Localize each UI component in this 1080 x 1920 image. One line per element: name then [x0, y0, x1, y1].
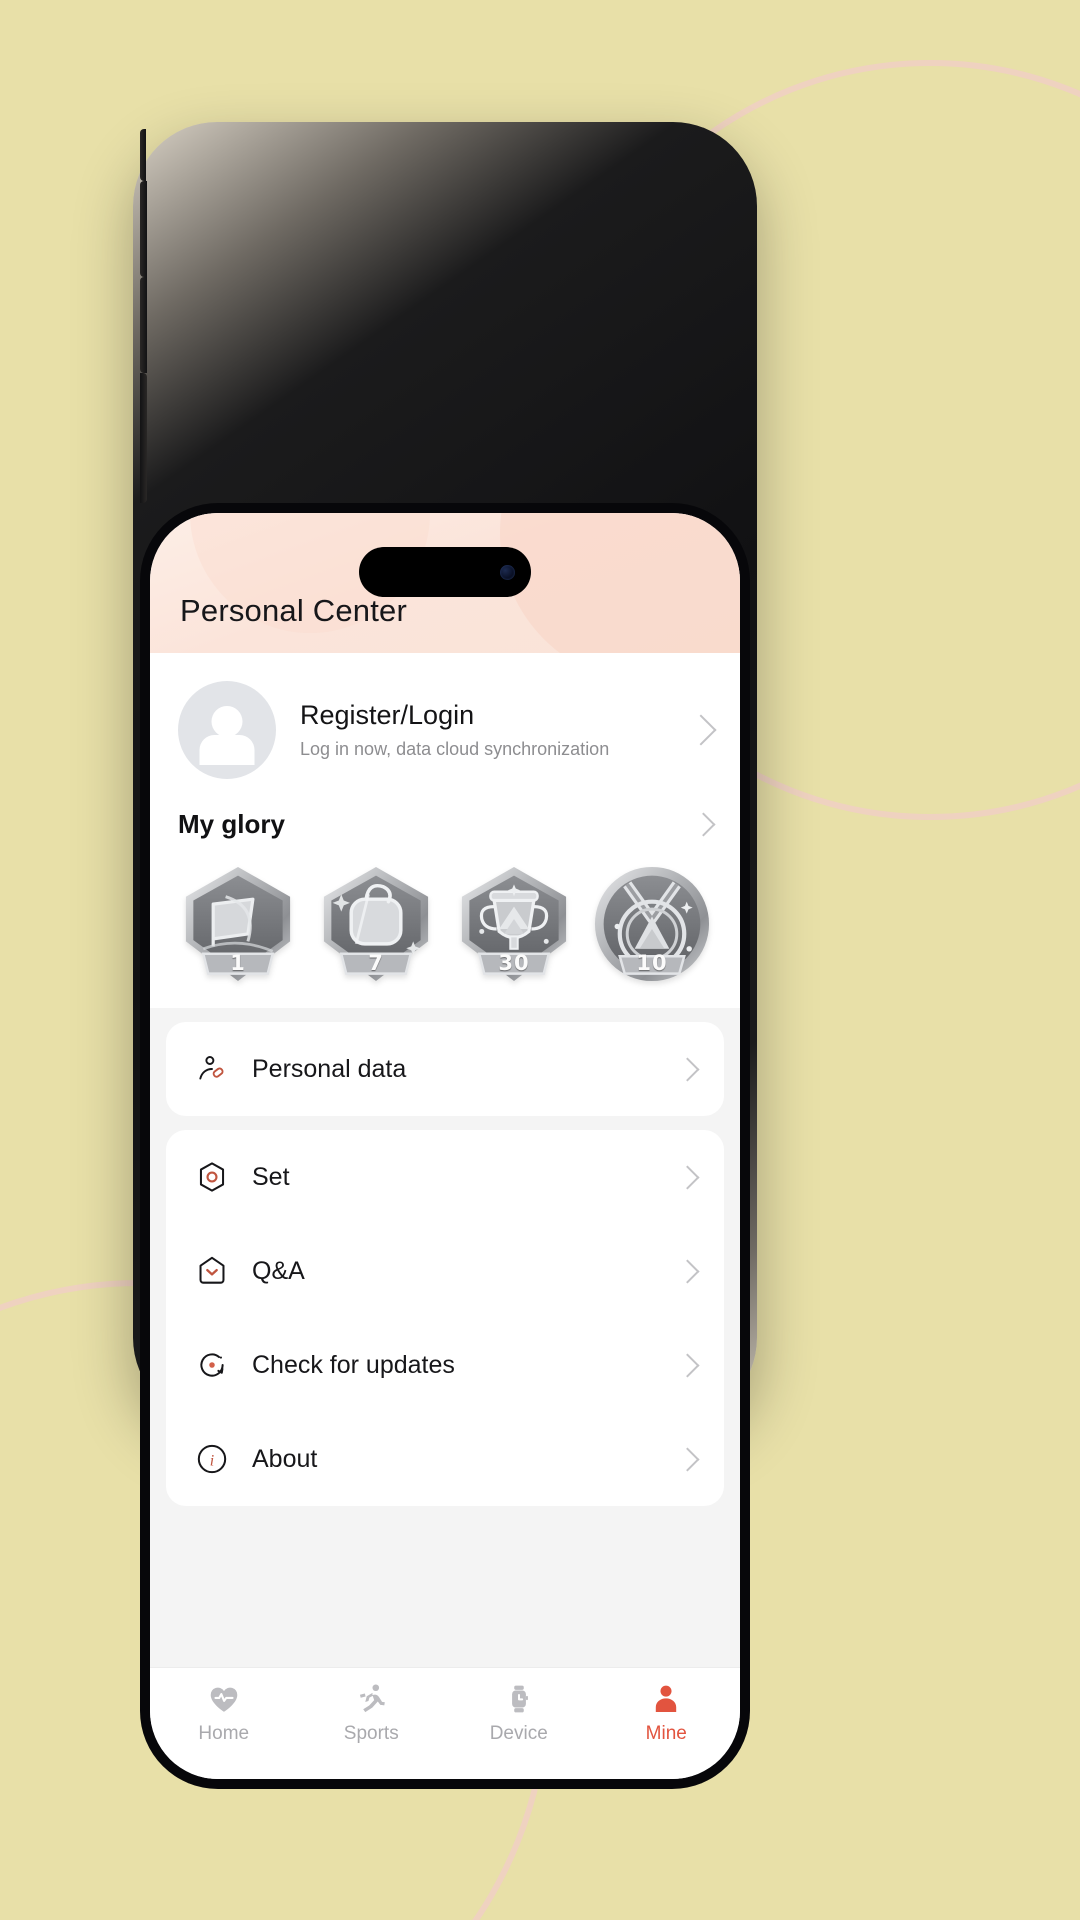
my-glory-header[interactable]: My glory [150, 789, 740, 844]
svg-text:i: i [210, 1452, 214, 1469]
scroll-content: Register/Login Log in now, data cloud sy… [150, 653, 740, 1667]
settings-gear-icon [194, 1159, 230, 1195]
chevron-right-icon [675, 1258, 700, 1284]
avatar-head [211, 706, 243, 737]
tab-label: Home [198, 1723, 250, 1744]
tab-device[interactable]: Device [445, 1682, 593, 1745]
smartwatch-icon [502, 1682, 536, 1716]
medal-row: 1 7 30 10 [150, 844, 740, 986]
menu-item-label: Personal data [252, 1054, 407, 1083]
chevron-right-icon [675, 1164, 700, 1190]
menu-item-label: Check for updates [252, 1350, 455, 1379]
question-envelope-icon [194, 1253, 230, 1289]
personal-data-card: Personal data [166, 1022, 724, 1116]
my-glory-label: My glory [178, 809, 285, 839]
menu-item-personal-data[interactable]: Personal data [166, 1022, 724, 1116]
chevron-right-icon [691, 812, 716, 837]
tab-home[interactable]: Home [150, 1682, 298, 1745]
avatar [178, 681, 276, 779]
chevron-right-icon [685, 714, 717, 746]
person-edit-icon [194, 1051, 230, 1087]
menu-item-label: Set [252, 1162, 290, 1191]
medal-number: 10 [636, 951, 668, 975]
silent-switch[interactable] [140, 129, 146, 181]
refresh-update-icon [194, 1347, 230, 1383]
tab-label: Device [489, 1723, 548, 1744]
chevron-right-icon [675, 1352, 700, 1378]
running-icon [354, 1682, 388, 1716]
medal-badge[interactable]: 1 [176, 862, 300, 986]
profile-subtitle: Log in now, data cloud synchronization [300, 739, 610, 759]
profile-glory-card: Register/Login Log in now, data cloud sy… [150, 653, 740, 1008]
avatar-body [199, 735, 255, 765]
settings-card: Set Q&A Check for updates i About [166, 1130, 724, 1506]
profile-text: Register/Login Log in now, data cloud sy… [300, 700, 680, 760]
page-title: Personal Center [180, 593, 408, 628]
info-circle-icon: i [194, 1441, 230, 1477]
volume-down-button[interactable] [140, 277, 147, 373]
tab-label: Sports [343, 1723, 399, 1744]
profile-row[interactable]: Register/Login Log in now, data cloud sy… [150, 653, 740, 789]
medal-badge[interactable]: 10 [590, 862, 714, 986]
medal-number: 30 [498, 951, 530, 975]
menu-item-qa[interactable]: Q&A [166, 1224, 724, 1318]
phone-bezel: Personal Center Register/Login Log in no… [140, 503, 750, 1789]
medal-number: 7 [368, 951, 384, 975]
tab-mine[interactable]: Mine [593, 1682, 741, 1745]
menu-item-label: About [252, 1444, 318, 1473]
medal-badge[interactable]: 7 [314, 862, 438, 986]
phone-frame: Personal Center Register/Login Log in no… [133, 122, 757, 1789]
chevron-right-icon [675, 1056, 700, 1082]
phone-screen: Personal Center Register/Login Log in no… [150, 513, 740, 1779]
menu-item-about[interactable]: i About [166, 1412, 724, 1506]
dynamic-island [359, 547, 531, 597]
tab-sports[interactable]: Sports [298, 1682, 446, 1745]
volume-up-button[interactable] [140, 181, 147, 277]
front-camera-icon [500, 564, 515, 580]
tab-label: Mine [645, 1723, 687, 1744]
register-login-label: Register/Login [300, 700, 475, 730]
menu-item-set[interactable]: Set [166, 1130, 724, 1224]
menu-item-label: Q&A [252, 1256, 305, 1285]
power-button[interactable] [140, 373, 147, 503]
chevron-right-icon [675, 1446, 700, 1472]
menu-item-check-for-updates[interactable]: Check for updates [166, 1318, 724, 1412]
person-icon [649, 1682, 683, 1716]
heart-pulse-icon [207, 1682, 241, 1716]
bottom-tab-bar: Home Sports Device Mine [150, 1667, 740, 1779]
medal-badge[interactable]: 30 [452, 862, 576, 986]
medal-number: 1 [230, 951, 246, 975]
